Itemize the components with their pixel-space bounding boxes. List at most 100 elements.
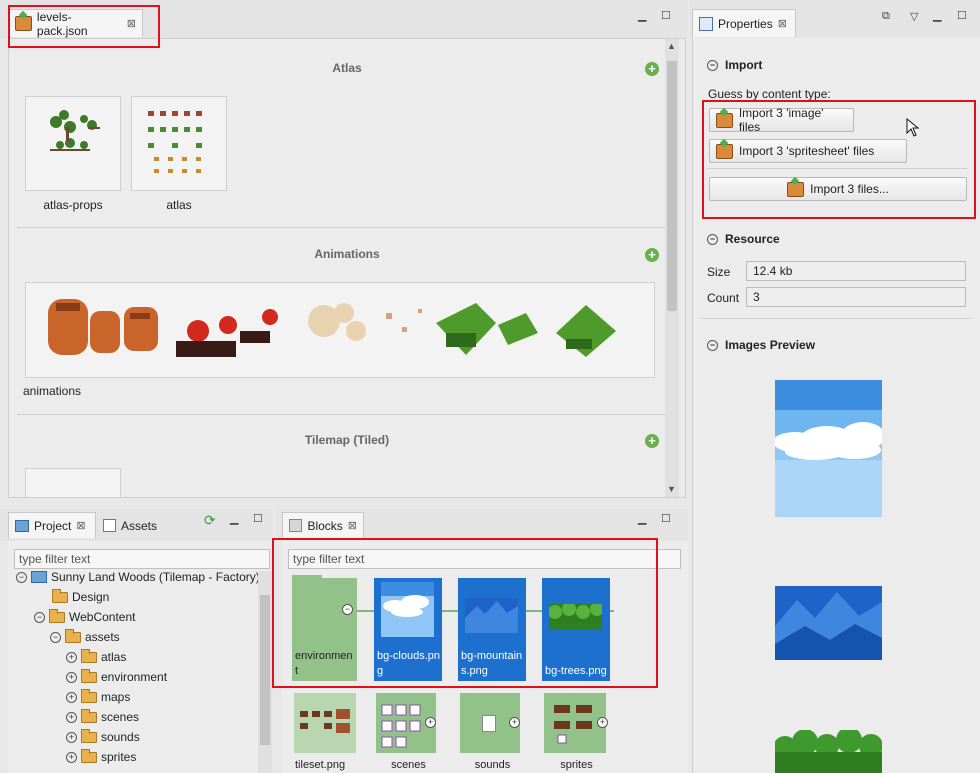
add-animation-button[interactable]: + bbox=[645, 248, 659, 262]
block-bg-trees[interactable]: bg-trees.png bbox=[542, 578, 610, 681]
tree-item[interactable]: + atlas bbox=[66, 648, 126, 664]
minimize-icon[interactable]: ▁ bbox=[933, 9, 941, 22]
mountains-thumbnail-image bbox=[465, 598, 518, 633]
import-header[interactable]: − Import bbox=[707, 58, 762, 72]
scroll-thumb[interactable] bbox=[667, 61, 677, 311]
blocks-filter-input[interactable]: type filter text bbox=[288, 549, 681, 569]
atlas-item-label: atlas-props bbox=[43, 198, 103, 212]
tab-label: levels-pack.json bbox=[36, 9, 88, 38]
expand-icon[interactable]: + bbox=[425, 717, 436, 728]
preview-title: Images Preview bbox=[725, 338, 816, 352]
collapse-icon[interactable]: − bbox=[707, 59, 718, 71]
add-atlas-button[interactable]: + bbox=[645, 62, 659, 76]
maximize-icon[interactable]: ☐ bbox=[253, 512, 263, 525]
tree-item[interactable]: + sounds bbox=[66, 728, 140, 744]
minimize-icon[interactable]: ▁ bbox=[638, 512, 646, 525]
tab-blocks[interactable]: Blocks ⊠ bbox=[282, 512, 364, 538]
expand-icon[interactable]: + bbox=[66, 671, 77, 683]
tab-levels-pack[interactable]: levels-pack.json ⊠ bbox=[8, 9, 143, 38]
import-all-button[interactable]: Import 3 files... bbox=[709, 177, 967, 201]
tree-item[interactable]: + sprites bbox=[66, 748, 137, 764]
expand-icon[interactable]: + bbox=[66, 731, 77, 743]
block-label: bg-mountains.png bbox=[461, 650, 523, 677]
project-content: type filter text − Sunny Land Woods (Tile… bbox=[8, 541, 272, 773]
tree-item[interactable]: + maps bbox=[66, 688, 130, 704]
tree-item[interactable]: + environment bbox=[66, 668, 167, 684]
expand-icon[interactable]: + bbox=[597, 717, 608, 728]
close-icon[interactable]: ⊠ bbox=[348, 519, 357, 532]
maximize-icon[interactable]: ☐ bbox=[661, 9, 671, 22]
block-bg-clouds[interactable]: bg-clouds.png bbox=[374, 578, 442, 681]
import-spritesheet-button[interactable]: Import 3 'spritesheet' files bbox=[709, 139, 907, 163]
tree-label: scenes bbox=[101, 710, 140, 724]
mouse-cursor-icon bbox=[906, 118, 920, 137]
tilemap-thumbnail[interactable] bbox=[25, 468, 121, 497]
mountains-preview-image bbox=[775, 586, 882, 660]
size-field[interactable]: 12.4 kb bbox=[746, 261, 966, 281]
block-sprites[interactable]: + sprites bbox=[542, 693, 610, 773]
folder-icon bbox=[81, 748, 97, 763]
tree-item[interactable]: − Sunny Land Woods (Tilemap - Factory) bbox=[16, 571, 258, 584]
expand-icon[interactable]: + bbox=[509, 717, 520, 728]
expand-icon[interactable]: + bbox=[66, 651, 77, 663]
animations-strip[interactable] bbox=[25, 282, 655, 378]
atlas-thumbnail[interactable] bbox=[131, 96, 227, 191]
import-image-button[interactable]: Import 3 'image' files bbox=[709, 106, 854, 134]
trees-thumbnail-image bbox=[549, 604, 602, 630]
expand-icon[interactable]: + bbox=[66, 711, 77, 723]
block-tileset[interactable]: tileset.png bbox=[292, 693, 357, 773]
scroll-up-icon[interactable]: ▲ bbox=[667, 41, 676, 51]
tree-item[interactable]: − assets bbox=[50, 628, 120, 644]
atlas-props-thumbnail[interactable] bbox=[25, 96, 121, 191]
expand-icon[interactable]: + bbox=[66, 751, 77, 763]
block-bg-mountains[interactable]: bg-mountains.png bbox=[458, 578, 526, 681]
divider bbox=[17, 227, 671, 228]
view-menu-icon[interactable]: ▽ bbox=[910, 10, 918, 23]
minimize-icon[interactable]: ▁ bbox=[638, 9, 646, 22]
guess-label: Guess by content type: bbox=[708, 87, 831, 101]
sync-icon[interactable]: ⟳ bbox=[204, 512, 216, 529]
project-icon bbox=[31, 571, 47, 583]
assets-icon bbox=[103, 519, 116, 532]
close-icon[interactable]: ⊠ bbox=[76, 519, 85, 532]
close-icon[interactable]: ⊠ bbox=[127, 17, 136, 30]
collapse-icon[interactable]: − bbox=[342, 604, 353, 615]
collapse-icon[interactable]: − bbox=[707, 233, 718, 245]
resource-title: Resource bbox=[725, 232, 780, 246]
block-environment[interactable]: − environment bbox=[292, 575, 357, 681]
preview-header[interactable]: − Images Preview bbox=[707, 338, 815, 352]
tree-item[interactable]: Design bbox=[52, 588, 109, 604]
tab-project[interactable]: Project ⊠ bbox=[8, 512, 96, 538]
scroll-thumb[interactable] bbox=[260, 595, 270, 745]
new-window-icon[interactable]: ⧉ bbox=[882, 10, 890, 23]
close-icon[interactable]: ⊠ bbox=[778, 17, 787, 30]
trees-preview-image bbox=[775, 730, 882, 773]
tab-properties[interactable]: Properties ⊠ bbox=[692, 9, 796, 37]
button-label: Import 3 'image' files bbox=[738, 106, 824, 134]
expand-icon[interactable]: + bbox=[66, 691, 77, 703]
project-filter-input[interactable]: type filter text bbox=[14, 549, 270, 569]
add-tilemap-button[interactable]: + bbox=[645, 434, 659, 448]
block-label: bg-trees.png bbox=[545, 665, 607, 677]
collapse-icon[interactable]: − bbox=[34, 611, 45, 623]
minimize-icon[interactable]: ▁ bbox=[230, 512, 238, 525]
tree-label: sprites bbox=[101, 750, 137, 764]
tab-assets[interactable]: Assets bbox=[96, 512, 166, 538]
maximize-icon[interactable]: ☐ bbox=[661, 512, 671, 525]
folder-tab bbox=[292, 575, 322, 579]
maximize-icon[interactable]: ☐ bbox=[957, 9, 967, 22]
count-field[interactable]: 3 bbox=[746, 287, 966, 307]
block-scenes[interactable]: + scenes bbox=[374, 693, 442, 773]
properties-content: − Import Guess by content type: Import 3… bbox=[692, 38, 980, 773]
project-scrollbar[interactable] bbox=[258, 571, 272, 773]
editor-scrollbar[interactable]: ▲ ▼ bbox=[665, 39, 679, 497]
scroll-down-icon[interactable]: ▼ bbox=[667, 484, 676, 494]
tree-item[interactable]: − WebContent bbox=[34, 608, 136, 624]
collapse-icon[interactable]: − bbox=[707, 339, 718, 351]
folder-icon bbox=[81, 708, 97, 723]
block-sounds[interactable]: + sounds bbox=[458, 693, 526, 773]
collapse-icon[interactable]: − bbox=[16, 571, 27, 583]
collapse-icon[interactable]: − bbox=[50, 631, 61, 643]
tree-item[interactable]: + scenes bbox=[66, 708, 140, 724]
resource-header[interactable]: − Resource bbox=[707, 232, 780, 246]
